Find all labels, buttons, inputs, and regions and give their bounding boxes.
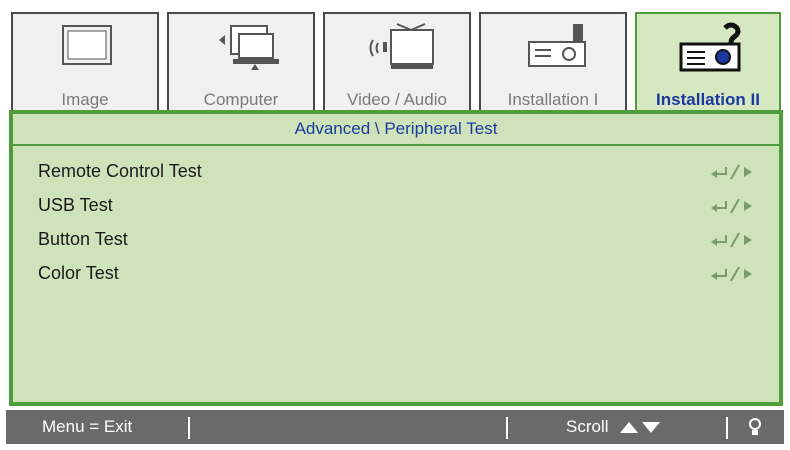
tab-label: Computer [203,90,279,109]
scroll-hint: Scroll [566,417,609,436]
up-down-arrows-icon [620,422,660,433]
divider [506,417,508,439]
tab-image[interactable]: Image [11,12,159,116]
tab-label: Image [61,90,109,109]
menu-list: Remote Control Test USB Test Button Test [13,154,779,290]
computer-icon [219,25,279,70]
settings-panel: Advanced \ Peripheral Test Remote Contro… [9,110,783,406]
video-audio-icon [369,23,434,69]
menu-item-label: USB Test [38,195,113,215]
monitor-icon [62,25,112,65]
tab-installation-2[interactable]: Installation II [635,12,781,124]
menu-item-label: Color Test [38,263,119,283]
status-bar: Menu = Exit Scroll [6,410,784,444]
divider [188,417,190,439]
menu-item-remote-control-test[interactable]: Remote Control Test [13,154,779,188]
tab-label: Installation II [656,90,760,109]
tab-computer[interactable]: Computer [167,12,315,116]
menu-exit-hint: Menu = Exit [42,417,133,436]
projector-help-icon [679,22,741,72]
tab-bar: Image Computer Video / Audio Installatio… [11,12,781,124]
tab-installation-1[interactable]: Installation I [479,12,627,116]
enter-right-icon [711,164,752,180]
menu-item-usb-test[interactable]: USB Test [13,188,779,222]
menu-item-label: Remote Control Test [38,161,202,181]
menu-item-label: Button Test [38,229,128,249]
enter-right-icon [711,198,752,214]
divider [726,417,728,439]
enter-right-icon [711,232,752,248]
bulb-icon [749,418,761,435]
menu-item-button-test[interactable]: Button Test [13,222,779,256]
tab-label: Video / Audio [347,90,447,109]
menu-item-color-test[interactable]: Color Test [13,256,779,290]
panel-title: Advanced \ Peripheral Test [13,114,779,146]
tab-video-audio[interactable]: Video / Audio [323,12,471,116]
tab-label: Installation I [507,90,599,109]
projector-icon [528,24,586,67]
enter-right-icon [711,266,752,282]
